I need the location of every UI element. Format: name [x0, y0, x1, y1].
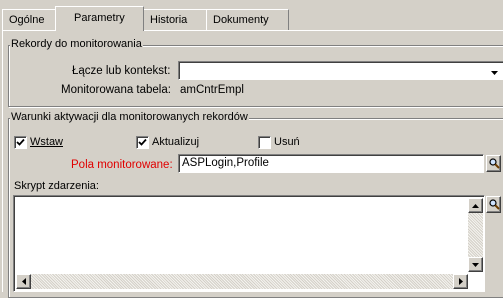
active-tab-join: [57, 30, 143, 32]
monitored-table-value: amCntrEmpl: [180, 84, 244, 96]
scroll-up-icon: [472, 204, 479, 208]
scroll-up-button[interactable]: [468, 198, 483, 213]
monitored-fields-label: Pola monitorowane:: [71, 159, 173, 171]
check-icon: [138, 138, 147, 146]
scroll-right-icon: [459, 278, 463, 285]
update-checkbox[interactable]: [136, 136, 149, 149]
scroll-left-icon: [22, 278, 26, 285]
scroll-left-button[interactable]: [16, 274, 31, 289]
link-context-field[interactable]: [178, 61, 503, 80]
delete-checkbox[interactable]: [258, 136, 271, 149]
update-label: Aktualizuj: [152, 136, 200, 148]
monitored-fields-field[interactable]: ASPLogin,Profile: [178, 154, 484, 173]
delete-label: Usuń: [274, 136, 300, 148]
tab-label: Historia: [150, 14, 188, 26]
insert-checkbox[interactable]: [14, 136, 27, 149]
check-icon: [16, 138, 25, 146]
tab-dokumenty[interactable]: Dokumenty: [206, 9, 289, 30]
tab-label: Dokumenty: [213, 14, 269, 26]
scroll-right-button[interactable]: [453, 274, 468, 289]
magnifier-icon: [489, 199, 500, 210]
scroll-down-button[interactable]: [468, 257, 483, 272]
event-script-label: Skrypt zdarzenia:: [14, 180, 99, 192]
tab-parametry[interactable]: Parametry: [55, 6, 144, 31]
insert-label: Wstaw: [30, 136, 63, 148]
records-group-title: Rekordy do monitorowania: [10, 38, 143, 50]
tab-label: Parametry: [74, 12, 125, 24]
scroll-down-icon: [472, 263, 479, 267]
horizontal-scrollbar[interactable]: [16, 274, 468, 289]
script-search-button[interactable]: [486, 196, 501, 213]
link-label: Łącze lub kontekst:: [72, 65, 171, 77]
dropdown-arrow-icon[interactable]: [491, 66, 498, 78]
monitored-fields-value: ASPLogin,Profile: [182, 157, 269, 169]
tab-label: Ogólne: [9, 14, 45, 26]
tab-historia[interactable]: Historia: [143, 9, 207, 30]
monitored-table-label: Monitorowana tabela:: [61, 84, 171, 96]
conditions-group-title: Warunki aktywacji dla monitorowanych rek…: [10, 111, 249, 123]
tab-ogolne[interactable]: Ogólne: [2, 9, 56, 30]
fields-search-button[interactable]: [486, 155, 501, 172]
magnifier-icon: [489, 158, 500, 169]
